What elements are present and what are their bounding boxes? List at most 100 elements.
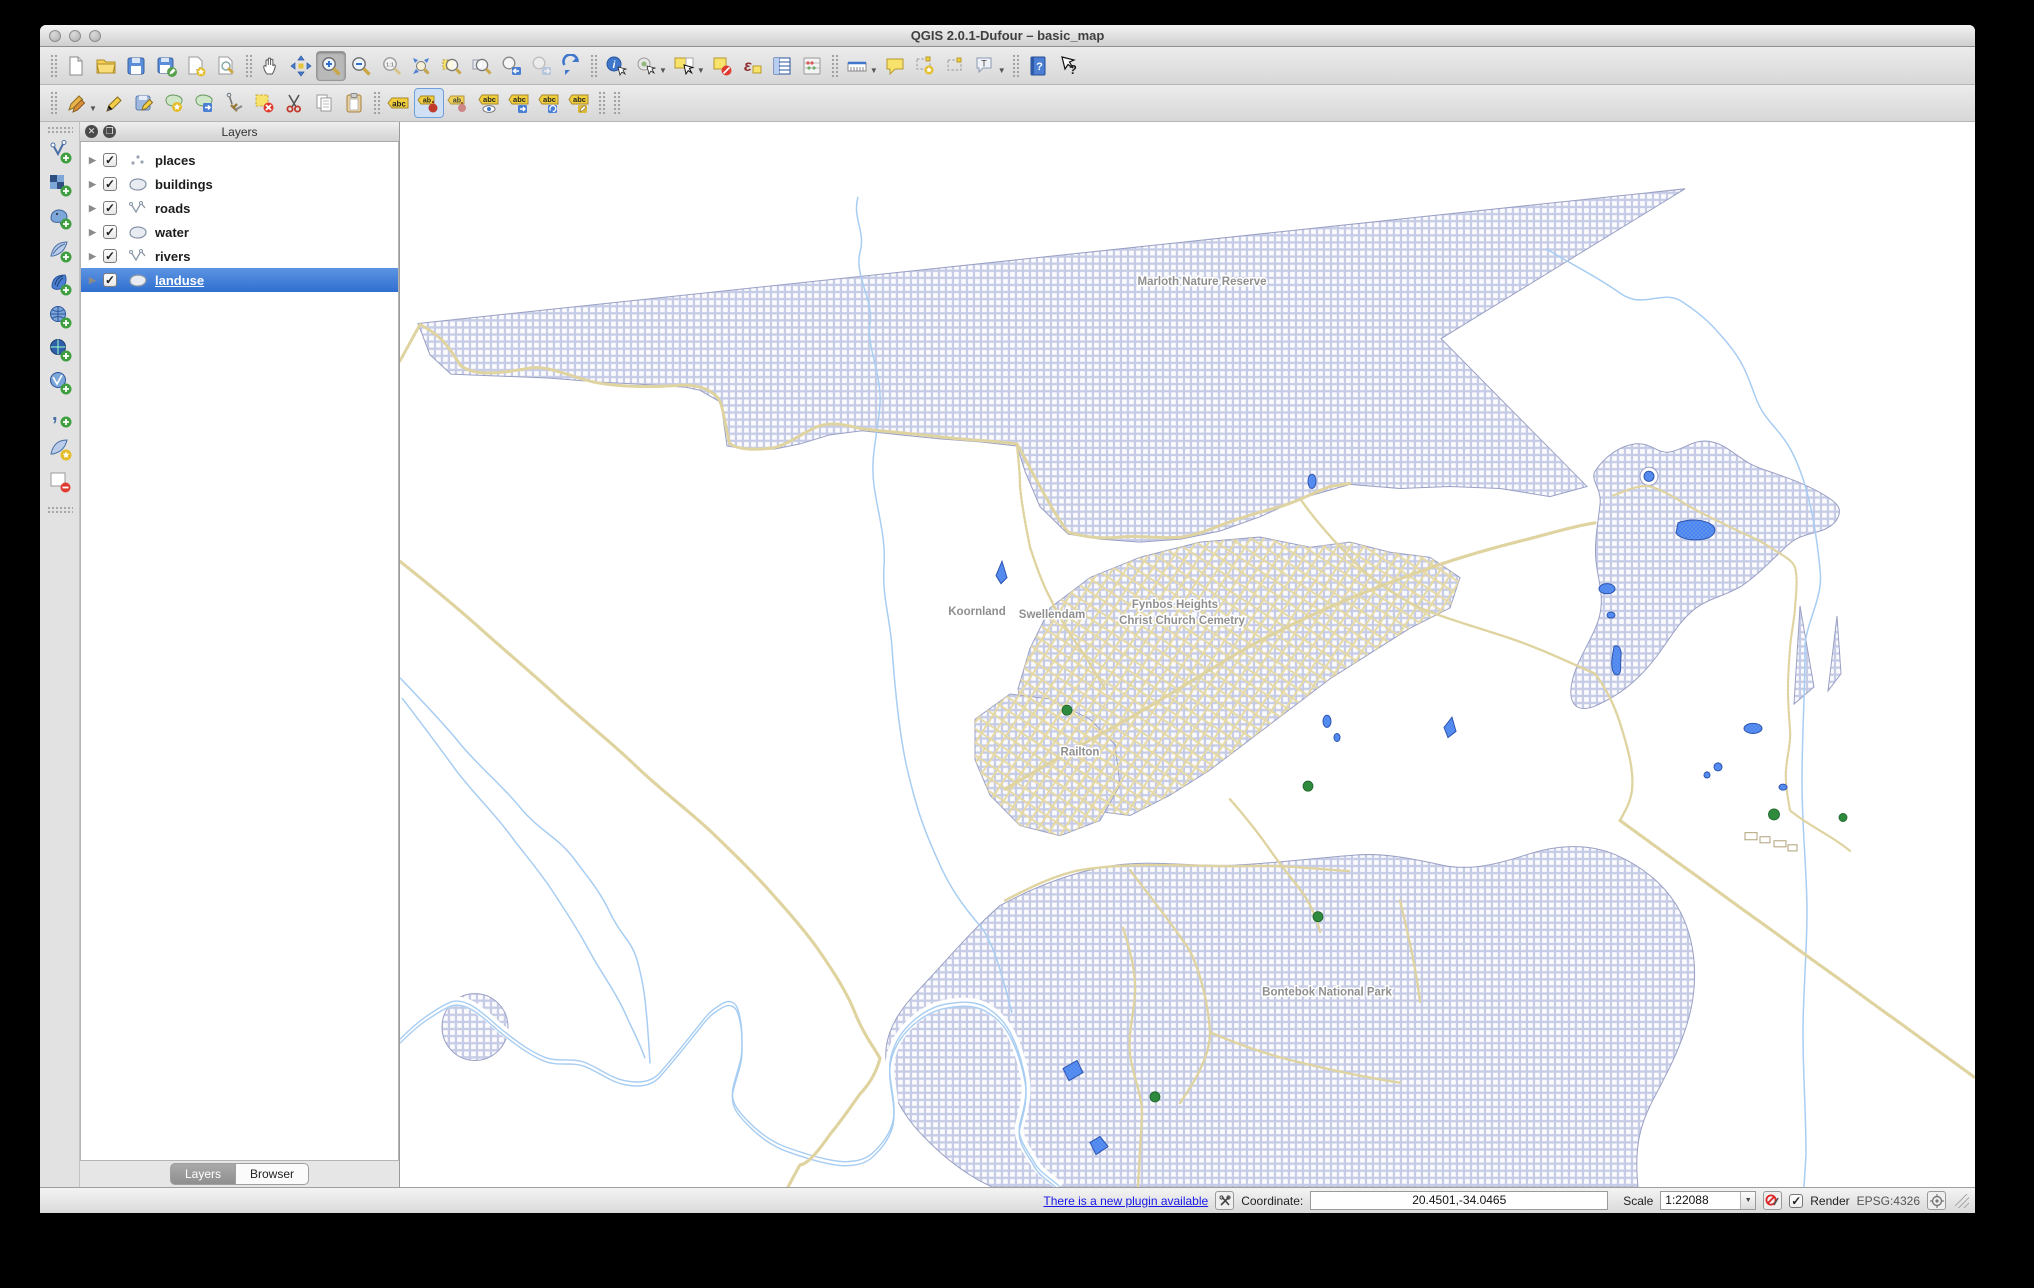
toolbar-handle[interactable] — [46, 126, 73, 134]
add-wms-layer-button[interactable] — [45, 302, 75, 332]
tab-browser[interactable]: Browser — [235, 1163, 310, 1185]
zoom-native-button[interactable]: 1:1 — [376, 51, 406, 81]
open-project-button[interactable] — [91, 51, 121, 81]
toolbar-handle[interactable] — [46, 506, 73, 514]
toolbar-handle[interactable] — [589, 52, 598, 79]
toolbar-handle[interactable] — [1010, 52, 1020, 79]
layer-item-landuse[interactable]: ▶ ✓ landuse — [81, 268, 398, 292]
add-feature-button[interactable] — [159, 88, 189, 118]
save-edits-button[interactable] — [129, 88, 159, 118]
layer-checkbox[interactable]: ✓ — [103, 273, 117, 287]
new-composer-button[interactable] — [181, 51, 211, 81]
select-dropdown-arrow[interactable]: ▼ — [697, 66, 705, 75]
action-dropdown-arrow[interactable]: ▼ — [659, 66, 667, 75]
select-rectangle-button[interactable] — [669, 51, 699, 81]
deselect-all-button[interactable] — [707, 51, 737, 81]
pan-map-button[interactable] — [256, 51, 286, 81]
cut-features-button[interactable] — [279, 88, 309, 118]
add-vector-layer-button[interactable] — [45, 137, 75, 167]
add-postgis-layer-button[interactable] — [45, 203, 75, 233]
add-wcs-layer-button[interactable] — [45, 335, 75, 365]
save-project-as-button[interactable] — [151, 51, 181, 81]
layer-checkbox[interactable]: ✓ — [103, 177, 117, 191]
expand-arrow-icon[interactable]: ▶ — [89, 275, 103, 286]
expand-arrow-icon[interactable]: ▶ — [89, 179, 103, 190]
label-unpin-button[interactable]: ab — [444, 88, 474, 118]
toolbar-handle[interactable] — [829, 52, 839, 79]
scale-combo[interactable]: 1:22088 ▼ — [1660, 1191, 1757, 1210]
label-visibility-button[interactable]: abc — [474, 88, 504, 118]
zoom-in-button[interactable] — [316, 50, 346, 81]
delete-selected-button[interactable] — [249, 88, 279, 118]
layer-item-roads[interactable]: ▶ ✓ roads — [81, 196, 398, 220]
text-annotation-button[interactable]: T — [970, 51, 1000, 81]
layer-checkbox[interactable]: ✓ — [103, 249, 117, 263]
map-tips-button[interactable] — [880, 51, 910, 81]
whats-this-button[interactable]: ? — [1053, 51, 1083, 81]
label-rotate-button[interactable]: abc — [534, 88, 564, 118]
render-checkbox[interactable]: ✓ — [1789, 1193, 1804, 1208]
stop-render-icon[interactable] — [1763, 1191, 1783, 1210]
attribute-table-button[interactable] — [767, 51, 797, 81]
add-mssql-layer-button[interactable] — [45, 269, 75, 299]
node-tool-button[interactable] — [219, 88, 249, 118]
show-bookmarks-button[interactable] — [940, 51, 970, 81]
tab-layers[interactable]: Layers — [169, 1163, 235, 1185]
layer-checkbox[interactable]: ✓ — [103, 153, 117, 167]
resize-grip[interactable] — [1955, 1193, 1969, 1208]
current-edits-button[interactable] — [61, 88, 91, 118]
zoom-next-button[interactable] — [526, 51, 556, 81]
label-pin-button[interactable]: ab — [413, 88, 444, 118]
new-project-button[interactable] — [61, 51, 91, 81]
copy-features-button[interactable] — [309, 88, 339, 118]
labeling-button[interactable]: abc — [384, 88, 414, 118]
expand-arrow-icon[interactable]: ▶ — [89, 155, 103, 166]
layer-item-water[interactable]: ▶ ✓ water — [81, 220, 398, 244]
zoom-layer-button[interactable] — [466, 51, 496, 81]
toolbar-handle[interactable] — [244, 52, 253, 79]
crs-status-icon[interactable] — [1927, 1191, 1946, 1210]
expand-arrow-icon[interactable]: ▶ — [89, 251, 103, 262]
scale-dropdown-arrow[interactable]: ▼ — [1740, 1192, 1756, 1209]
zoom-selection-button[interactable] — [436, 51, 466, 81]
run-feature-action-button[interactable] — [631, 51, 661, 81]
help-button[interactable]: ? — [1023, 51, 1053, 81]
label-properties-button[interactable]: abc — [564, 88, 594, 118]
layer-item-buildings[interactable]: ▶ ✓ buildings — [81, 172, 398, 196]
toggle-editing-button[interactable] — [99, 88, 129, 118]
field-calculator-button[interactable] — [797, 51, 827, 81]
composer-manager-button[interactable] — [211, 51, 241, 81]
new-spatialite-layer-button[interactable] — [45, 434, 75, 464]
toolbar-handle[interactable] — [596, 90, 606, 116]
toolbar-handle[interactable] — [49, 52, 58, 79]
add-raster-layer-button[interactable] — [45, 170, 75, 200]
current-edits-dropdown-arrow[interactable]: ▼ — [89, 104, 97, 113]
layer-item-rivers[interactable]: ▶ ✓ rivers — [81, 244, 398, 268]
toolbar-handle[interactable] — [49, 90, 58, 116]
save-project-button[interactable] — [121, 51, 151, 81]
add-spatialite-layer-button[interactable] — [45, 236, 75, 266]
refresh-button[interactable] — [556, 51, 586, 81]
plugin-icon[interactable] — [1215, 1191, 1235, 1210]
coordinate-input[interactable]: 20.4501,-34.0465 — [1310, 1191, 1609, 1210]
annotation-dropdown-arrow[interactable]: ▼ — [998, 66, 1006, 75]
identify-button[interactable]: i — [601, 51, 631, 81]
label-move-button[interactable]: abc — [504, 88, 534, 118]
layer-checkbox[interactable]: ✓ — [103, 225, 117, 239]
expand-arrow-icon[interactable]: ▶ — [89, 203, 103, 214]
toolbar-handle[interactable] — [371, 90, 381, 116]
zoom-full-button[interactable] — [406, 51, 436, 81]
pan-to-selection-button[interactable] — [286, 51, 316, 81]
map-canvas[interactable]: Marloth Nature Reserve Koornland Swellen… — [400, 122, 1975, 1187]
plugin-link[interactable]: There is a new plugin available — [1043, 1194, 1208, 1208]
toolbar-handle[interactable] — [611, 90, 621, 116]
zoom-last-button[interactable] — [496, 51, 526, 81]
zoom-out-button[interactable] — [346, 51, 376, 81]
layer-checkbox[interactable]: ✓ — [103, 201, 117, 215]
layer-item-places[interactable]: ▶ ✓ places — [81, 148, 398, 172]
measure-button[interactable] — [842, 51, 872, 81]
remove-layer-button[interactable] — [45, 467, 75, 497]
paste-features-button[interactable] — [339, 88, 369, 118]
measure-dropdown-arrow[interactable]: ▼ — [870, 66, 878, 75]
move-feature-button[interactable] — [189, 88, 219, 118]
